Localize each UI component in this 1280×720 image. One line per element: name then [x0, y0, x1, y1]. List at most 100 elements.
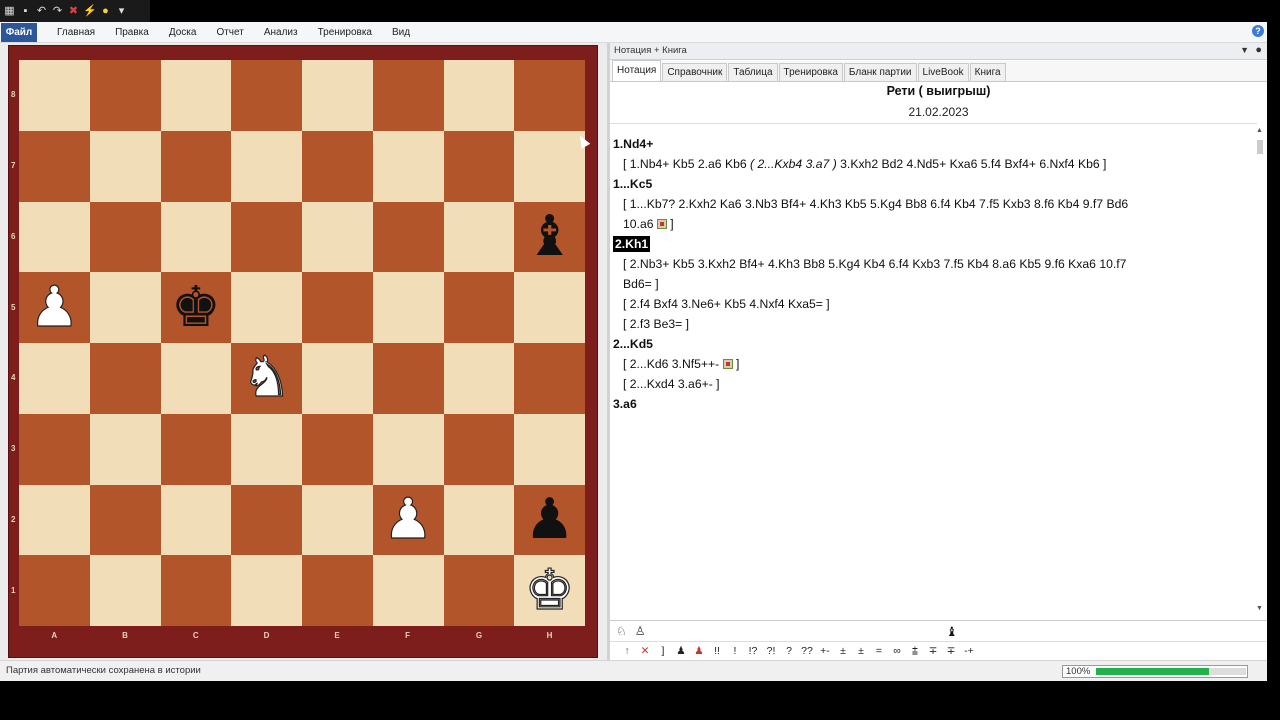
- scroll-thumb[interactable]: [1257, 140, 1263, 154]
- square-c4[interactable]: [160, 343, 232, 414]
- tab-book[interactable]: Книга: [969, 63, 1006, 81]
- black-piece-h6[interactable]: ♝: [525, 208, 575, 265]
- square-c8[interactable]: [160, 60, 232, 131]
- annotation-symbol-button[interactable]: ]: [654, 645, 672, 657]
- move[interactable]: 1...Kc5: [613, 177, 652, 191]
- square-f1[interactable]: [372, 555, 444, 626]
- square-h7[interactable]: [514, 130, 585, 202]
- square-a1[interactable]: [19, 555, 90, 626]
- square-c5[interactable]: ♚: [160, 272, 232, 343]
- variation-text[interactable]: [ 2...Kd6 3.Nf5++-: [623, 357, 723, 371]
- annotation-symbol-button[interactable]: +-: [816, 645, 834, 657]
- annotation-symbol-button[interactable]: =: [870, 645, 888, 657]
- annotation-symbol-button[interactable]: !: [726, 645, 744, 657]
- square-d2[interactable]: [231, 484, 302, 556]
- annotation-symbol-button[interactable]: ?!: [762, 645, 780, 657]
- square-c2[interactable]: [160, 484, 232, 556]
- square-g7[interactable]: [443, 130, 515, 202]
- square-g3[interactable]: [443, 413, 515, 485]
- annotation-symbol-button[interactable]: !!: [708, 645, 726, 657]
- square-a6[interactable]: [19, 201, 90, 273]
- square-e3[interactable]: [302, 413, 373, 485]
- square-c1[interactable]: [160, 555, 232, 626]
- variation-text[interactable]: [ 2...Kxd4 3.a6+- ]: [623, 377, 720, 391]
- tab-scoresheet[interactable]: Бланк партии: [843, 63, 917, 81]
- square-b8[interactable]: [89, 60, 161, 131]
- square-b3[interactable]: [89, 413, 161, 485]
- annotation-symbol-button[interactable]: ⩲: [906, 645, 924, 658]
- current-move[interactable]: 2.Kh1: [613, 236, 651, 252]
- square-e7[interactable]: [302, 130, 373, 202]
- move[interactable]: 1.Nd4+: [613, 137, 653, 151]
- annotation-symbol-button[interactable]: ±: [834, 645, 852, 657]
- square-e8[interactable]: [302, 60, 373, 131]
- move[interactable]: 2...Kd5: [613, 337, 653, 351]
- square-g8[interactable]: [443, 60, 515, 131]
- chess-board[interactable]: ♝ ♟ ♚ ♞ ♟ ♟ ♚: [19, 60, 585, 626]
- scroll-down-icon[interactable]: ▼: [1256, 605, 1263, 612]
- menu-item-view[interactable]: Вид: [382, 22, 420, 43]
- square-h5[interactable]: [514, 272, 585, 343]
- square-f2[interactable]: ♟: [372, 484, 444, 556]
- annotation-symbol-button[interactable]: ↑: [618, 645, 636, 657]
- square-g2[interactable]: [443, 484, 515, 556]
- undo-icon[interactable]: ↶: [35, 5, 48, 18]
- square-b6[interactable]: [89, 201, 161, 273]
- menu-item-edit[interactable]: Правка: [105, 22, 159, 43]
- variation-text[interactable]: [ 1...Kb7? 2.Kxh2 Ka6 3.Nb3 Bf4+ 4.Kh3 K…: [623, 197, 1128, 211]
- annotation-symbol-button[interactable]: ∓: [942, 645, 960, 657]
- help-icon[interactable]: ?: [1252, 25, 1264, 37]
- tab-training[interactable]: Тренировка: [778, 63, 843, 81]
- tool-icon[interactable]: ⚡: [83, 5, 97, 18]
- notation-text[interactable]: 1.Nd4+ [ 1.Nb4+ Kb5 2.a6 Kb6 ( 2...Kxb4 …: [613, 134, 1253, 614]
- zoom-track[interactable]: [1096, 668, 1246, 675]
- annotation-symbol-button[interactable]: -+: [960, 645, 978, 657]
- annotation-symbol-button[interactable]: !?: [744, 645, 762, 657]
- square-e1[interactable]: [302, 555, 373, 626]
- square-g1[interactable]: [443, 555, 515, 626]
- square-g6[interactable]: [443, 201, 515, 273]
- white-piece-h1[interactable]: ♚: [524, 562, 575, 619]
- square-a3[interactable]: [19, 413, 90, 485]
- square-f5[interactable]: [372, 272, 444, 343]
- square-d4[interactable]: ♞: [231, 343, 302, 414]
- square-d5[interactable]: [231, 272, 302, 343]
- square-d7[interactable]: [231, 130, 302, 202]
- square-g4[interactable]: [443, 343, 515, 414]
- save-icon[interactable]: ▪: [19, 5, 32, 18]
- square-f7[interactable]: [372, 130, 444, 202]
- square-g5[interactable]: [443, 272, 515, 343]
- annotation-symbol-button[interactable]: ✕: [636, 645, 654, 657]
- black-piece-c5[interactable]: ♚: [171, 279, 221, 336]
- tab-reference[interactable]: Справочник: [662, 63, 728, 81]
- tab-livebook[interactable]: LiveBook: [917, 63, 969, 81]
- square-a4[interactable]: [19, 343, 90, 414]
- annotation-symbol-button[interactable]: ♟: [672, 645, 690, 657]
- annotation-symbol-button[interactable]: ♟: [690, 645, 708, 657]
- zoom-control[interactable]: 100%: [1062, 665, 1248, 678]
- notation-scrollbar[interactable]: ▲ ▼: [1256, 127, 1264, 612]
- square-e6[interactable]: [302, 201, 373, 273]
- diagram-icon[interactable]: [656, 219, 667, 229]
- variation-text[interactable]: 10.a6: [623, 217, 657, 231]
- annotation-symbol-button[interactable]: ±: [852, 645, 870, 657]
- annotation-symbol-button[interactable]: ?: [780, 645, 798, 657]
- square-d6[interactable]: [231, 201, 302, 273]
- square-d1[interactable]: [231, 555, 302, 626]
- square-h8[interactable]: [514, 60, 585, 131]
- square-e5[interactable]: [302, 272, 373, 343]
- variation-text[interactable]: Bd6= ]: [623, 277, 659, 291]
- menu-item-training[interactable]: Тренировка: [308, 22, 382, 43]
- square-b4[interactable]: [89, 343, 161, 414]
- square-b5[interactable]: [89, 272, 161, 343]
- pane-dropdown-icon[interactable]: ▼: [1240, 45, 1249, 55]
- square-h6[interactable]: ♝: [514, 201, 585, 273]
- dropdown-icon[interactable]: ▾: [115, 5, 128, 18]
- variation-text[interactable]: [ 2.f3 Be3= ]: [623, 317, 689, 331]
- knight-outline-icon[interactable]: ♘: [616, 624, 627, 640]
- square-a5[interactable]: ♟: [19, 272, 90, 343]
- tab-notation[interactable]: Нотация: [612, 60, 662, 81]
- square-f4[interactable]: [372, 343, 444, 414]
- diagram-icon[interactable]: [722, 359, 733, 369]
- subvariation-text[interactable]: ( 2...Kxb4 3.a7 ): [750, 157, 837, 171]
